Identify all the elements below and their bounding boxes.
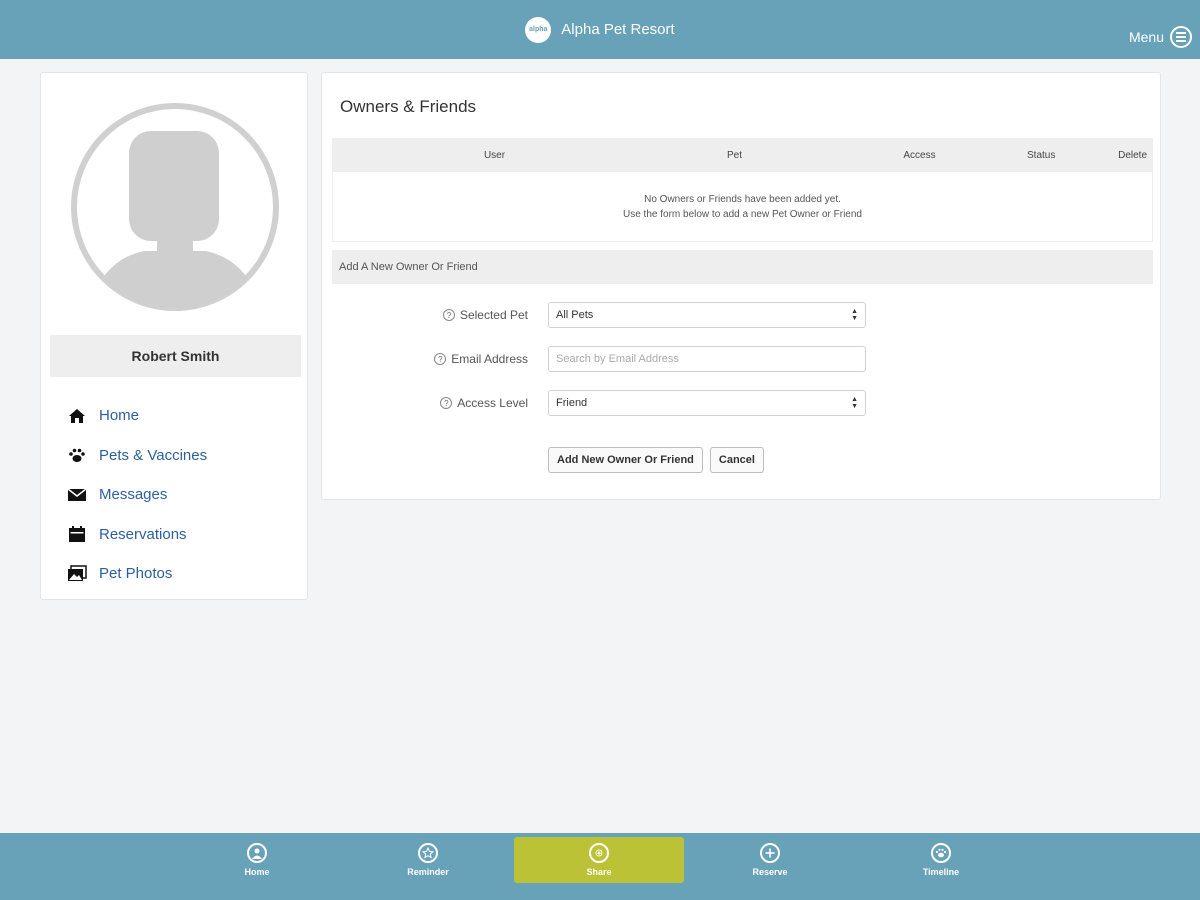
selected-pet-select[interactable]: All Pets ▲ ▼	[548, 302, 866, 328]
sidebar-item-label: Pets & Vaccines	[99, 446, 208, 464]
sidebar-item-label: Home	[99, 407, 140, 425]
access-level-select[interactable]: Friend ▲ ▼	[548, 390, 866, 416]
selected-pet-row: ? Selected Pet All Pets ▲ ▼	[332, 302, 1153, 330]
column-status: Status	[1027, 149, 1056, 161]
avatar	[69, 101, 281, 313]
user-circle-icon	[247, 843, 267, 863]
plus-circle-icon	[760, 843, 780, 863]
user-name: Robert Smith	[50, 335, 301, 377]
email-label: Email Address	[451, 352, 528, 366]
access-level-value: Friend	[556, 397, 588, 409]
help-icon[interactable]: ?	[440, 397, 453, 409]
alpha-logo: alpha	[525, 16, 552, 43]
tab-label: Home	[244, 867, 270, 877]
selected-pet-value: All Pets	[556, 309, 594, 321]
empty-state: No Owners or Friends have been added yet…	[332, 172, 1153, 242]
column-user: User	[483, 149, 506, 161]
sidebar-item-label: Pet Photos	[99, 565, 173, 583]
cancel-button[interactable]: Cancel	[709, 447, 764, 473]
sidebar-item-home[interactable]: Home	[67, 396, 207, 436]
email-row: ? Email Address Search by Email Address	[332, 346, 1153, 374]
sidebar-item-pets-vaccines[interactable]: Pets & Vaccines	[67, 436, 207, 476]
empty-message: No Owners or Friends have been added yet…	[644, 193, 841, 205]
owners-friends-panel: Owners & Friends User Pet Access Status …	[321, 72, 1161, 500]
select-arrows-icon: ▲ ▼	[851, 396, 858, 410]
owners-table: User Pet Access Status Delete No Owners …	[332, 138, 1153, 242]
table-header: User Pet Access Status Delete	[332, 138, 1153, 172]
home-icon	[67, 406, 87, 426]
tab-reminder[interactable]: Reminder	[343, 837, 513, 883]
email-label-wrap: ? Email Address	[434, 352, 528, 366]
hamburger-icon	[1170, 26, 1192, 48]
selected-pet-label-wrap: ? Selected Pet	[442, 308, 528, 322]
select-arrows-icon: ▲ ▼	[851, 308, 858, 322]
bottom-nav: Home Reminder Share Reserve Timeline	[0, 833, 1200, 900]
form-buttons: Add New Owner Or Friend Cancel	[548, 447, 764, 473]
tab-label: Timeline	[922, 867, 960, 877]
menu-button[interactable]: Menu	[1129, 26, 1192, 48]
profile-sidebar: Robert Smith Home Pets & Vaccines Messag…	[40, 72, 308, 600]
photos-icon	[67, 564, 87, 584]
paw-circle-icon	[931, 843, 951, 863]
access-label-wrap: ? Access Level	[440, 396, 528, 410]
app-title: Alpha Pet Resort	[561, 21, 675, 38]
tab-timeline[interactable]: Timeline	[856, 837, 1026, 883]
column-pet: Pet	[726, 149, 742, 161]
access-level-row: ? Access Level Friend ▲ ▼	[332, 390, 1153, 418]
envelope-icon	[67, 485, 87, 505]
column-delete: Delete	[1118, 149, 1147, 161]
menu-label: Menu	[1128, 29, 1164, 45]
share-icon	[589, 843, 609, 863]
tab-label: Reminder	[407, 867, 449, 877]
selected-pet-label: Selected Pet	[459, 308, 528, 322]
page-title: Owners & Friends	[340, 97, 477, 116]
sidebar-item-reservations[interactable]: Reservations	[67, 515, 207, 555]
sidebar-item-pet-photos[interactable]: Pet Photos	[67, 554, 207, 594]
star-icon	[418, 843, 438, 863]
sidebar-item-label: Messages	[99, 486, 168, 504]
add-owner-section-header: Add A New Owner Or Friend	[332, 250, 1153, 284]
empty-hint: Use the form below to add a new Pet Owne…	[622, 208, 862, 220]
tab-share[interactable]: Share	[514, 837, 684, 883]
help-icon[interactable]: ?	[434, 353, 447, 365]
brand[interactable]: alpha Alpha Pet Resort	[525, 16, 675, 43]
sidebar-nav: Home Pets & Vaccines Messages Reservatio…	[67, 396, 207, 594]
paw-icon	[67, 445, 87, 465]
avatar-placeholder-icon	[71, 103, 279, 311]
sidebar-item-label: Reservations	[99, 525, 187, 543]
tab-label: Share	[586, 867, 612, 877]
column-access: Access	[903, 149, 936, 161]
tab-label: Reserve	[752, 867, 788, 877]
calendar-icon	[67, 524, 87, 544]
tab-home[interactable]: Home	[172, 837, 342, 883]
sidebar-item-messages[interactable]: Messages	[67, 475, 207, 515]
add-owner-button[interactable]: Add New Owner Or Friend	[548, 447, 703, 473]
tab-reserve[interactable]: Reserve	[685, 837, 855, 883]
access-level-label: Access Level	[457, 396, 528, 410]
top-bar: alpha Alpha Pet Resort Menu	[0, 0, 1200, 59]
email-placeholder: Search by Email Address	[556, 353, 679, 365]
help-icon[interactable]: ?	[442, 309, 455, 321]
email-field[interactable]: Search by Email Address	[548, 346, 866, 372]
